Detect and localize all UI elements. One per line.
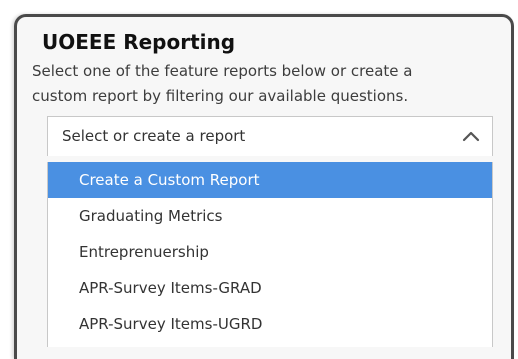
report-option-entrepreneurship[interactable]: Entreprenuership <box>48 234 492 270</box>
report-option-apr-ugrd[interactable]: APR-Survey Items-UGRD <box>48 306 492 342</box>
chevron-up-icon[interactable] <box>462 129 480 143</box>
report-select-placeholder: Select or create a report <box>62 127 246 145</box>
panel-title: UOEEE Reporting <box>42 30 236 54</box>
panel-description-line-1: Select one of the feature reports below … <box>32 62 413 80</box>
report-select[interactable]: Select or create a report <box>47 116 493 156</box>
panel-description-line-2: custom report by filtering our available… <box>32 87 409 105</box>
report-option-graduating-metrics[interactable]: Graduating Metrics <box>48 198 492 234</box>
report-option-apr-grad[interactable]: APR-Survey Items-GRAD <box>48 270 492 306</box>
panel-description: Select one of the feature reports below … <box>32 59 492 109</box>
report-options-list: Create a Custom Report Graduating Metric… <box>47 162 493 347</box>
report-option-create-custom[interactable]: Create a Custom Report <box>48 162 492 198</box>
